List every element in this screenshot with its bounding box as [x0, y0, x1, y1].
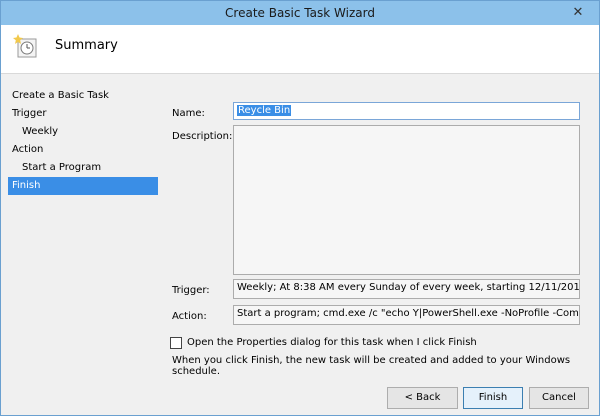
task-scheduler-clock-icon: [13, 34, 37, 58]
description-label: Description:: [172, 131, 233, 142]
window-title: Create Basic Task Wizard: [225, 6, 375, 20]
step-trigger[interactable]: Trigger: [8, 105, 158, 123]
page-title: Summary: [55, 38, 118, 53]
open-properties-label[interactable]: Open the Properties dialog for this task…: [187, 337, 477, 348]
step-weekly[interactable]: Weekly: [8, 123, 158, 141]
back-button[interactable]: < Back: [387, 387, 458, 409]
name-field[interactable]: Reycle Bin: [233, 102, 580, 120]
action-field[interactable]: Start a program; cmd.exe /c "echo Y|Powe…: [233, 305, 580, 325]
name-value: Reycle Bin: [237, 105, 292, 116]
step-action[interactable]: Action: [8, 141, 158, 159]
finish-info-text: When you click Finish, the new task will…: [172, 355, 571, 377]
wizard-steps: Create a Basic Task Trigger Weekly Actio…: [8, 87, 158, 195]
close-icon[interactable]: ✕: [563, 3, 593, 23]
step-create-basic-task[interactable]: Create a Basic Task: [8, 87, 158, 105]
step-finish[interactable]: Finish: [8, 177, 158, 195]
title-bar[interactable]: Create Basic Task Wizard ✕: [1, 1, 599, 25]
finish-button[interactable]: Finish: [463, 387, 523, 409]
description-field[interactable]: [233, 125, 580, 275]
wizard-window: Create Basic Task Wizard ✕ Summary Creat…: [0, 0, 600, 416]
action-label: Action:: [172, 311, 207, 322]
name-label: Name:: [172, 108, 205, 119]
cancel-button[interactable]: Cancel: [529, 387, 589, 409]
step-start-a-program[interactable]: Start a Program: [8, 159, 158, 177]
wizard-header: Summary: [1, 25, 599, 74]
open-properties-checkbox[interactable]: [170, 337, 182, 349]
trigger-label: Trigger:: [172, 285, 210, 296]
trigger-field[interactable]: Weekly; At 8:38 AM every Sunday of every…: [233, 279, 580, 299]
